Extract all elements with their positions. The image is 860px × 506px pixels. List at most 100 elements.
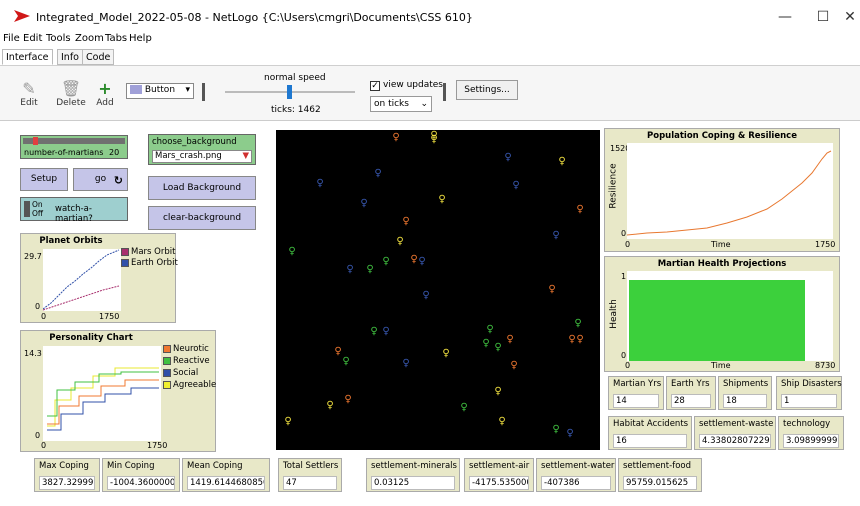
martian-turtle: ♀ [498, 416, 505, 427]
pencil-icon: ✎ [22, 79, 36, 98]
martian-turtle: ♀ [418, 256, 425, 267]
y-min-label: 0 [621, 351, 627, 360]
martian-turtle: ♀ [382, 256, 389, 267]
menu-file[interactable]: File [3, 33, 20, 44]
settings-button[interactable]: Settings... [456, 80, 518, 100]
monitor-label: settlement-waste [699, 419, 774, 429]
choose-background-chooser[interactable]: choose_background Mars_crash.png ▼ [148, 134, 256, 165]
legend-swatch [163, 380, 171, 389]
x-max-label: 1750 [147, 441, 168, 450]
chooser-value-box[interactable]: Mars_crash.png ▼ [152, 150, 252, 163]
martian-turtle: ♀ [288, 246, 295, 257]
planet-orbits-plot: Planet Orbits 29.7 0 0 1750 Mars Orbit E… [20, 233, 178, 323]
menu-tabs[interactable]: Tabs [105, 33, 127, 44]
netlogo-logo-icon [14, 10, 30, 22]
plot-title: Population Coping & Resilience [647, 131, 797, 141]
maximize-button[interactable]: ☐ [808, 6, 838, 28]
settlement-food-monitor: settlement-food 95759.015625 [618, 458, 702, 492]
world-view[interactable]: ♀ ♀ ♀ ♀ ♀ ♀ ♀ ♀ ♀ ♀ ♀ ♀ ♀ ♀ ♀ ♀ ♀ ♀ ♀ ♀ … [276, 130, 600, 450]
delete-tool[interactable]: 🗑 Delete [54, 79, 88, 109]
martian-turtle: ♀ [410, 254, 417, 265]
add-label: Add [96, 98, 114, 108]
monitor-value: 0.03125 [371, 476, 455, 490]
menu-help[interactable]: Help [129, 33, 152, 44]
legend-agreeable: Agreeable [163, 380, 216, 390]
martian-turtle: ♀ [402, 216, 409, 227]
view-updates-checkbox[interactable]: ✓ [370, 81, 380, 91]
button-widget-icon [130, 85, 142, 94]
switch-on-label: On [32, 200, 43, 209]
chevron-down-icon: ▾ [185, 85, 190, 95]
clear-background-button[interactable]: clear-background [148, 206, 256, 230]
monitor-label: settlement-water [541, 461, 615, 471]
x-max-label: 1750 [99, 312, 120, 321]
switch-off-label: Off [32, 209, 44, 218]
mars-orbit-line [43, 285, 120, 311]
monitor-label: Habitat Accidents [613, 419, 689, 429]
menu-edit[interactable]: Edit [23, 33, 42, 44]
menu-tools[interactable]: Tools [46, 33, 71, 44]
martian-turtle: ♀ [344, 394, 351, 405]
monitor-value: 95759.015625 [623, 476, 697, 490]
trash-icon: 🗑 [60, 79, 82, 98]
legend-neurotic: Neurotic [163, 344, 209, 354]
tab-info[interactable]: Info [57, 49, 83, 65]
monitor-value: 18 [723, 394, 767, 408]
switch-lever[interactable] [24, 201, 30, 217]
widget-type-value: Button [144, 85, 176, 95]
martian-turtle: ♀ [510, 360, 517, 371]
edit-tool[interactable]: ✎ Edit [14, 79, 44, 109]
legend-swatch [121, 258, 129, 267]
martian-turtle: ♀ [382, 326, 389, 337]
martian-turtle: ♀ [374, 168, 381, 179]
add-tool[interactable]: + Add [92, 80, 118, 109]
martian-turtle: ♀ [402, 358, 409, 369]
martian-turtle: ♀ [360, 198, 367, 209]
martian-turtle: ♀ [574, 318, 581, 329]
widget-type-select[interactable]: Button ▾ [126, 83, 194, 99]
menu-zoom[interactable]: Zoom [75, 33, 104, 44]
y-min-label: 0 [35, 431, 41, 440]
health-fill [629, 280, 805, 361]
x-label: Time [711, 361, 731, 370]
monitor-label: Earth Yrs [671, 379, 710, 389]
monitor-value: -1004.36000000000 [107, 476, 175, 490]
legend-mars-orbit: Mars Orbit [121, 247, 175, 257]
monitor-label: Total Settlers [283, 461, 339, 471]
watch-a-martian-switch[interactable]: On Off watch-a-martian? [20, 197, 128, 224]
slider-label: number-of-martians [24, 148, 104, 157]
legend-social: Social [163, 368, 198, 378]
legend-swatch [163, 356, 171, 365]
y-max-label: 29.7 [24, 252, 42, 261]
tab-code[interactable]: Code [82, 49, 115, 65]
go-button[interactable]: go ↻ [73, 168, 128, 191]
martian-turtle: ♀ [552, 424, 559, 435]
martian-turtle: ♀ [366, 264, 373, 275]
setup-button[interactable]: Setup [20, 168, 68, 191]
update-mode-select[interactable]: on ticks ⌄ [370, 96, 432, 112]
monitor-value: 3.0989999999 [783, 434, 839, 448]
health-plot: Martian Health Projections 110 0 0 Time … [604, 256, 840, 372]
legend-label: Reactive [173, 356, 210, 366]
edit-label: Edit [20, 98, 38, 108]
legend-reactive: Reactive [163, 356, 210, 366]
dropdown-triangle-icon: ▼ [242, 151, 249, 161]
monitor-label: settlement-air [469, 461, 530, 471]
chooser-value: Mars_crash.png [155, 151, 222, 161]
tab-interface[interactable]: Interface [2, 49, 53, 65]
slider-track[interactable] [23, 138, 125, 144]
number-of-martians-slider[interactable]: number-of-martians 20 [20, 135, 128, 159]
x-min-label: 0 [625, 361, 631, 370]
slider-thumb[interactable] [33, 137, 38, 145]
monitor-label: Min Coping [107, 461, 155, 471]
close-button[interactable]: ✕ [840, 6, 860, 28]
speed-slider-thumb[interactable] [287, 85, 292, 99]
earth-orbit-line [43, 249, 120, 310]
martian-yrs-monitor: Martian Yrs 14 [608, 376, 664, 410]
martian-turtle: ♀ [494, 386, 501, 397]
load-background-button[interactable]: Load Background [148, 176, 256, 200]
martian-turtle: ♀ [396, 236, 403, 247]
personality-chart: Personality Chart 14.3 0 0 1750 Neurotic… [20, 330, 216, 452]
monitor-value: 3827.3299999 [39, 476, 95, 490]
minimize-button[interactable]: — [770, 6, 800, 28]
